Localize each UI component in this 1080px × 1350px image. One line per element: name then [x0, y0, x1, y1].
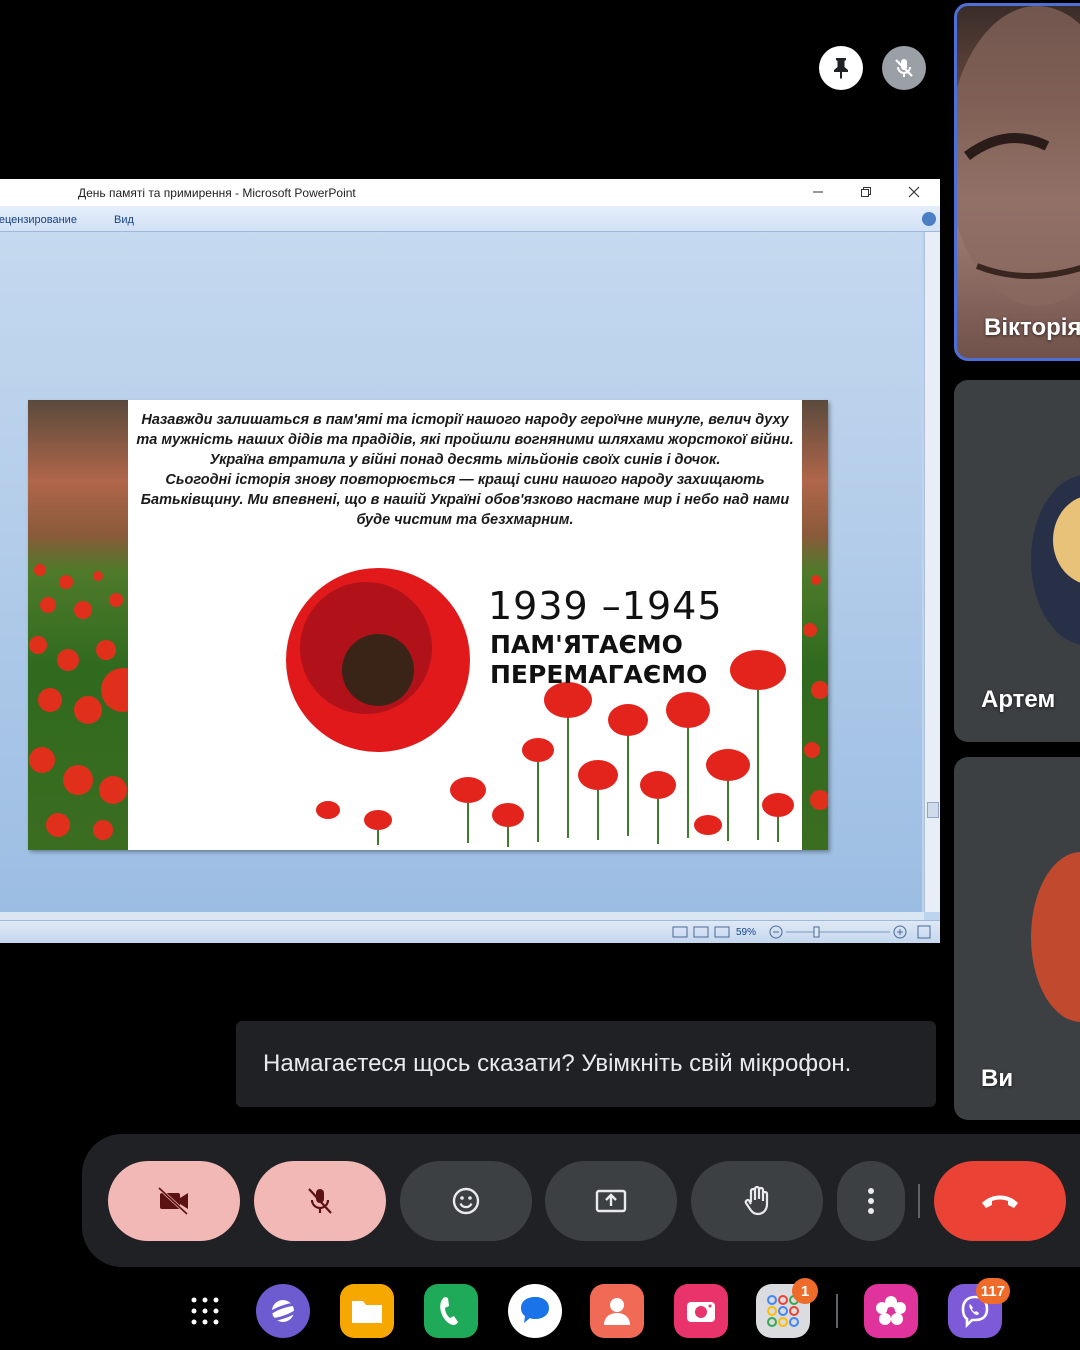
emoji-icon: [452, 1187, 480, 1215]
present-button[interactable]: [545, 1161, 677, 1241]
mic-off-icon: [308, 1188, 332, 1214]
view-buttons[interactable]: [672, 926, 732, 938]
participant-tile[interactable]: Вікторія: [954, 3, 1080, 361]
notification-badge: 117: [975, 1278, 1010, 1304]
zoom-level: 59%: [736, 927, 757, 938]
help-icon[interactable]: [922, 212, 936, 226]
window-titlebar: День памяті та примирення - Microsoft Po…: [0, 179, 940, 206]
presentation-tile[interactable]: День памяті та примирення - Microsoft Po…: [0, 0, 940, 1120]
poppy-field-right: [802, 400, 828, 850]
slide-years: 1939 –1945: [488, 584, 723, 628]
minimize-button[interactable]: [804, 181, 832, 203]
participant-name: Ви: [981, 1065, 1014, 1092]
participant-muted-indicator: [882, 46, 926, 90]
present-screen-icon: [595, 1189, 627, 1213]
avatar: [1031, 475, 1080, 645]
tab-view[interactable]: Вид: [114, 214, 134, 226]
files-app[interactable]: [340, 1284, 394, 1338]
close-window-button[interactable]: [900, 181, 928, 203]
participant-video: [957, 6, 1080, 306]
call-controls: [82, 1134, 1080, 1267]
slide-slogan: ПАМ'ЯТАЄМО ПЕРЕМАГАЄМО: [490, 630, 707, 690]
camera-off-icon: [157, 1186, 189, 1216]
phone-app[interactable]: [424, 1284, 478, 1338]
participant-tile[interactable]: Артем: [954, 380, 1080, 742]
vertical-scrollbar[interactable]: [924, 232, 940, 912]
meet-screen: День памяті та примирення - Microsoft Po…: [0, 0, 1080, 1350]
blossom-icon: [876, 1296, 906, 1325]
more-options-button[interactable]: [837, 1161, 905, 1241]
call-end-icon: [982, 1195, 1018, 1208]
scroll-thumb[interactable]: [927, 802, 939, 818]
poppy-field-left: [28, 400, 145, 850]
slide: Назавжди залишаться в пам'яті та історії…: [28, 400, 828, 850]
slogan-line: ПЕРЕМАГАЄМО: [490, 660, 708, 689]
participant-name: Вікторія: [984, 314, 1080, 341]
close-icon: [908, 186, 920, 198]
internet-icon: [265, 1300, 301, 1322]
mic-off-icon: [895, 59, 913, 77]
poppy-field-image: [29, 564, 145, 840]
messages-app[interactable]: [508, 1284, 562, 1338]
reactions-button[interactable]: [400, 1161, 532, 1241]
participant-name: Артем: [981, 686, 1056, 713]
slogan-line: ПАМ'ЯТАЄМО: [490, 630, 683, 659]
restore-button[interactable]: [852, 181, 880, 203]
slide-text: Назавжди залишаться в пам'яті та історії…: [136, 410, 794, 530]
leave-call-button[interactable]: [934, 1161, 1066, 1241]
raise-hand-icon: [744, 1185, 769, 1216]
divider: [918, 1184, 920, 1218]
camera-app[interactable]: [674, 1284, 728, 1338]
toast-text: Намагаєтеся щось сказати? Увімкніть свій…: [263, 1050, 852, 1077]
messages-icon: [521, 1297, 549, 1323]
poppy-field-image-right: [803, 575, 828, 810]
minimize-icon: [813, 191, 823, 193]
mic-toggle-button[interactable]: [254, 1161, 386, 1241]
apps-grid-icon: [191, 1297, 219, 1325]
camera-icon: [687, 1302, 715, 1322]
slide-paragraph: Сьогодні історія знову повторюється — кр…: [140, 472, 790, 528]
contacts-app[interactable]: [590, 1284, 644, 1338]
viber-app[interactable]: 117: [948, 1278, 1010, 1338]
window-title: День памяті та примирення - Microsoft Po…: [78, 186, 356, 200]
slide-workspace: Назавжди залишаться в пам'яті та історії…: [0, 232, 922, 912]
pin-button[interactable]: [819, 46, 863, 90]
camera-toggle-button[interactable]: [108, 1161, 240, 1241]
files-icon: [352, 1301, 382, 1323]
tab-review[interactable]: Рецензирование: [0, 214, 77, 226]
participant-tile-self[interactable]: Ви: [954, 757, 1080, 1120]
horizontal-scrollbar[interactable]: [0, 912, 924, 920]
blossom-app[interactable]: [864, 1284, 918, 1338]
notification-badge: 1: [792, 1278, 818, 1304]
more-vert-icon: [868, 1188, 874, 1214]
slide-paragraph: Назавжди залишаться в пам'яті та історії…: [136, 412, 794, 468]
dock-divider: [836, 1294, 838, 1328]
powerpoint-window: День памяті та примирення - Microsoft Po…: [0, 179, 940, 943]
google-folder[interactable]: 1: [756, 1278, 818, 1338]
status-bar: 59%: [0, 920, 940, 943]
raise-hand-button[interactable]: [691, 1161, 823, 1241]
pin-icon: [834, 58, 848, 79]
ribbon-tabs: Рецензирование Вид: [0, 206, 940, 232]
contacts-icon: [604, 1298, 630, 1325]
restore-icon: [861, 187, 871, 197]
zoom-slider[interactable]: [768, 925, 936, 939]
phone-icon: [440, 1297, 458, 1325]
internet-app[interactable]: [256, 1284, 310, 1338]
app-drawer-button[interactable]: [178, 1284, 232, 1338]
avatar: [1031, 852, 1080, 1022]
app-dock: 1 117: [0, 1268, 1080, 1350]
mic-reminder-toast: Намагаєтеся щось сказати? Увімкніть свій…: [236, 1021, 936, 1107]
